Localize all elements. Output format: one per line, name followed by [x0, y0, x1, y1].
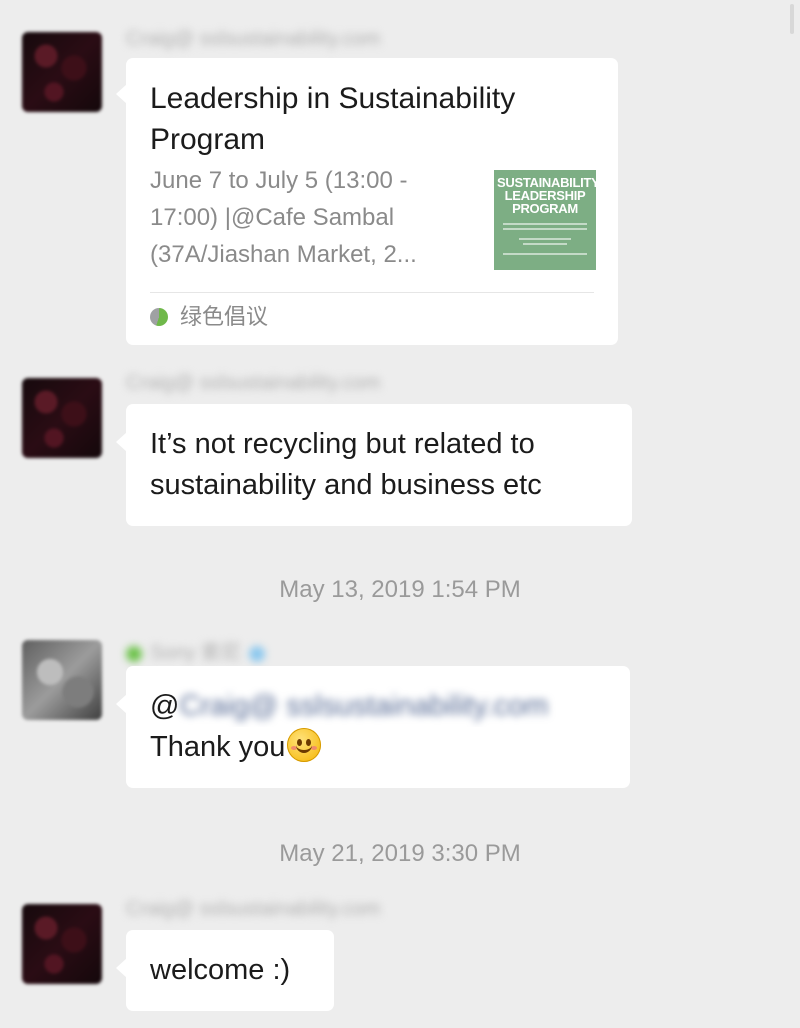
thumbnail-line — [519, 238, 571, 240]
thumbnail-line — [523, 243, 567, 245]
card-source-label: 绿色倡议 — [180, 304, 269, 329]
avatar[interactable] — [22, 32, 102, 112]
card-title: Leadership in Sustainability Program — [150, 82, 516, 156]
timestamp: May 21, 2019 3:30 PM — [279, 840, 521, 867]
sender-name: Craig@ sslsustainability.com — [126, 372, 381, 394]
mini-program-icon — [150, 308, 168, 326]
message-bubble[interactable]: @Craig@ sslsustainability.com Thank you — [116, 666, 630, 788]
link-card[interactable]: .card1::before{top:22px} Leadership in S… — [116, 58, 618, 345]
sender-name: Craig@ sslsustainability.com — [126, 28, 381, 50]
avatar[interactable] — [22, 904, 102, 984]
smile-emoji-icon — [287, 728, 322, 762]
card-source: 绿色倡议 — [150, 300, 268, 334]
message-text: Thank you — [150, 731, 286, 763]
thumbnail-line — [503, 253, 587, 255]
mention-name[interactable]: Craig@ sslsustainability.com — [179, 690, 548, 722]
avatar[interactable] — [22, 378, 102, 458]
message-bubble[interactable]: It’s not recycling but related to sustai… — [116, 404, 632, 526]
thumbnail-line — [503, 223, 587, 225]
thumbnail-line — [503, 228, 587, 230]
message-line: Thank you — [150, 727, 606, 768]
card-description: June 7 to July 5 (13:00 - 17:00) |@Cafe … — [150, 167, 417, 268]
mention-prefix: @ — [150, 690, 180, 722]
timestamp: May 13, 2019 1:54 PM — [279, 576, 521, 603]
card-divider — [150, 292, 594, 293]
sender-name: Sony 索尼 — [126, 636, 266, 664]
thumbnail-title: SUSTAINABILITY LEADERSHIP PROGRAM — [497, 175, 596, 216]
scroll-indicator[interactable] — [790, 4, 794, 34]
message-bubble[interactable]: welcome :) — [116, 930, 334, 1011]
sender-name: Craig@ sslsustainability.com — [126, 898, 381, 920]
avatar[interactable] — [22, 640, 102, 720]
message-text: welcome :) — [150, 954, 291, 986]
card-thumbnail: SUSTAINABILITY LEADERSHIP PROGRAM — [494, 170, 596, 270]
badge-icon — [249, 645, 266, 662]
mention-line: @Craig@ sslsustainability.com — [150, 686, 606, 727]
status-dot — [126, 645, 142, 662]
message-text: It’s not recycling but related to sustai… — [150, 428, 542, 501]
sender-name-text: Sony 索尼 — [150, 642, 242, 664]
